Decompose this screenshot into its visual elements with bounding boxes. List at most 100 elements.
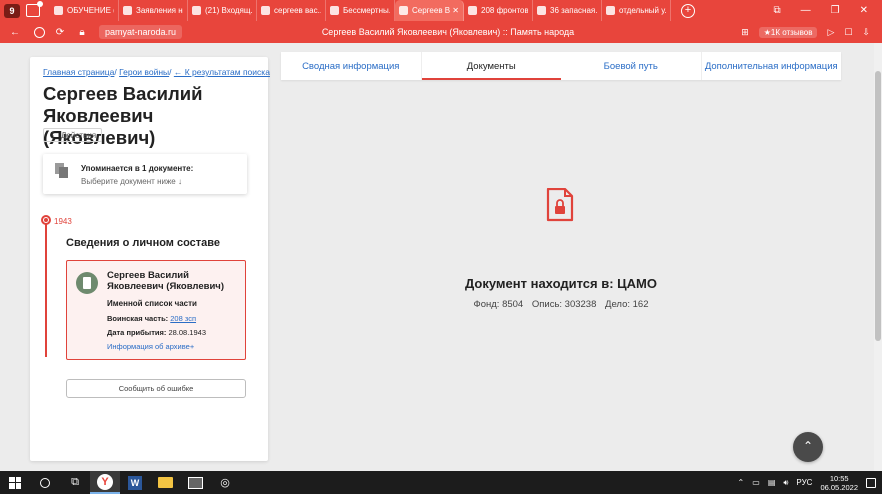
- folder-icon: [157, 477, 173, 488]
- timeline-dot: [41, 215, 51, 225]
- favicon-icon: [606, 6, 615, 15]
- taskbar-photos[interactable]: [180, 471, 210, 494]
- favicon-icon: [261, 6, 270, 15]
- network-icon[interactable]: ▤: [768, 478, 776, 487]
- document-location: Документ находится в: ЦАМО: [465, 276, 657, 291]
- address-bar-actions: ⊞ ★1К отзывов ▷ ☐ ⇩: [741, 26, 882, 38]
- browser-tab[interactable]: Бессмертны...: [326, 0, 395, 21]
- app-icon: ◎: [220, 477, 230, 489]
- record-unit: Воинская часть: 208 зсп: [107, 314, 196, 323]
- start-button[interactable]: [0, 471, 30, 494]
- tab-manager-icon[interactable]: [26, 1, 43, 17]
- reload-icon[interactable]: ⟳: [53, 27, 67, 38]
- word-icon: W: [128, 475, 142, 490]
- person-list-icon: [76, 272, 98, 294]
- reader-icon[interactable]: ▷: [827, 27, 834, 38]
- taskbar-yandex-browser[interactable]: Y: [90, 471, 120, 494]
- timeline-line: [45, 219, 47, 357]
- page-scrollbar[interactable]: [874, 43, 882, 471]
- taskbar-app[interactable]: ◎: [210, 471, 240, 494]
- notifications-icon[interactable]: [866, 477, 876, 488]
- windows-icon: [9, 476, 21, 489]
- mention-box: Упоминается в 1 документе: Выберите доку…: [43, 154, 247, 194]
- volume-icon[interactable]: 🔊︎: [783, 478, 788, 488]
- personnel-record-card[interactable]: Сергеев Василий Яковлеевич (Яковлевич) И…: [66, 260, 246, 360]
- yandex-browser-icon: Y: [97, 473, 113, 490]
- actions-label: Действия: [61, 130, 97, 140]
- new-tab-button[interactable]: +: [681, 3, 695, 18]
- browser-tab[interactable]: Заявления на...: [119, 0, 188, 21]
- breadcrumb-heroes-link[interactable]: Герои войны: [119, 67, 169, 77]
- browser-tab[interactable]: ОБУЧЕНИЕ (1...: [50, 0, 119, 21]
- clock[interactable]: 10:55 06.05.2022: [820, 474, 858, 492]
- close-icon[interactable]: ✕: [450, 6, 459, 15]
- chevron-up-icon[interactable]: ⌃: [738, 478, 745, 487]
- app-tray-icon[interactable]: ▭: [752, 478, 760, 487]
- favicon-icon: [468, 6, 477, 15]
- favicon-icon: [399, 6, 408, 15]
- lock-icon[interactable]: 🔒︎: [75, 27, 89, 38]
- browser-tab[interactable]: 208 фронтов...: [464, 0, 533, 21]
- search-button[interactable]: [30, 471, 60, 494]
- record-date-label: Дата прибытия:: [107, 328, 167, 337]
- taskbar-explorer[interactable]: [150, 471, 180, 494]
- browser-tab-active[interactable]: Сергеев В...✕: [395, 0, 464, 21]
- clock-date: 06.05.2022: [820, 482, 858, 492]
- delo-value: Дело: 162: [605, 299, 649, 310]
- collections-icon[interactable]: ⧉: [774, 5, 781, 16]
- browser-tab[interactable]: 36 запасная...: [533, 0, 602, 21]
- yandex-icon[interactable]: [34, 26, 45, 38]
- scroll-to-top-button[interactable]: ⌃: [793, 432, 823, 462]
- document-panel: Документ находится в: ЦАМО Фонд: 8504 Оп…: [281, 80, 841, 460]
- actions-button[interactable]: ⋮ Действия: [43, 128, 103, 142]
- record-person-name: Сергеев Василий Яковлеевич (Яковлевич): [107, 270, 224, 292]
- tab-counter[interactable]: 9: [4, 3, 20, 18]
- back-to-results-link[interactable]: ← К результатам поиска: [174, 67, 270, 77]
- task-view-button[interactable]: ⧉: [60, 471, 90, 494]
- download-icon[interactable]: ⇩: [862, 27, 870, 38]
- opis-value: Опись: 303238: [531, 299, 597, 310]
- browser-tab[interactable]: (21) Входящ...: [188, 0, 257, 21]
- report-error-button[interactable]: Сообщить об ошибке: [66, 379, 246, 398]
- close-window-icon[interactable]: ✕: [860, 5, 868, 16]
- fund-value: Фонд: 8504: [473, 299, 524, 310]
- tab-battle-path[interactable]: Боевой путь: [561, 52, 702, 80]
- language-indicator[interactable]: РУС: [796, 478, 812, 487]
- locked-document-icon: [546, 188, 574, 222]
- task-view-icon: ⧉: [71, 476, 79, 488]
- record-document-type: Именной список части: [107, 299, 197, 308]
- system-tray: ⌃ ▭ ▤ 🔊︎ РУС 10:55 06.05.2022: [738, 474, 882, 492]
- mention-title: Упоминается в 1 документе:: [81, 164, 194, 173]
- favicon-icon: [330, 6, 339, 15]
- taskbar-word[interactable]: W: [120, 471, 150, 494]
- tab-additional-info[interactable]: Дополнительная информация: [702, 52, 842, 80]
- search-icon: [40, 477, 50, 488]
- timeline-year: 1943: [54, 217, 72, 226]
- archive-info-link[interactable]: Информация об архиве+: [107, 342, 194, 351]
- breadcrumb-home-link[interactable]: Главная страница: [43, 67, 114, 77]
- clock-time: 10:55: [829, 473, 849, 483]
- record-unit-link[interactable]: 208 зсп: [170, 314, 196, 323]
- photos-icon: [187, 476, 203, 489]
- bookmark-icon[interactable]: ☐: [844, 27, 852, 38]
- browser-tab[interactable]: отдельный у...: [602, 0, 671, 21]
- breadcrumb: Главная страница/ Герои войны/ ← К резул…: [43, 67, 270, 77]
- url-field[interactable]: pamyat-naroda.ru: [99, 25, 183, 39]
- favicon-icon: [123, 6, 132, 15]
- tab-summary[interactable]: Сводная информация: [281, 52, 422, 80]
- favicon-icon: [54, 6, 63, 15]
- mention-subtitle: Выберите документ ниже ↓: [81, 177, 182, 186]
- person-card: Главная страница/ Герои войны/ ← К резул…: [30, 57, 270, 461]
- browser-tab[interactable]: сергеев вас...: [257, 0, 326, 21]
- back-arrow-icon[interactable]: ←: [8, 27, 22, 38]
- page-content: Главная страница/ Герои войны/ ← К резул…: [0, 43, 882, 471]
- more-vertical-icon: ⋮: [49, 130, 57, 140]
- scrollbar-thumb[interactable]: [875, 71, 881, 341]
- restore-icon[interactable]: ❐: [831, 5, 840, 16]
- tab-documents[interactable]: Документы: [421, 52, 562, 80]
- documents-icon: [55, 163, 68, 178]
- reviews-badge[interactable]: ★1К отзывов: [758, 26, 818, 38]
- translate-icon[interactable]: ⊞: [741, 27, 749, 38]
- minimize-icon[interactable]: —: [801, 5, 811, 16]
- document-tabs: Сводная информация Документы Боевой путь…: [281, 52, 841, 80]
